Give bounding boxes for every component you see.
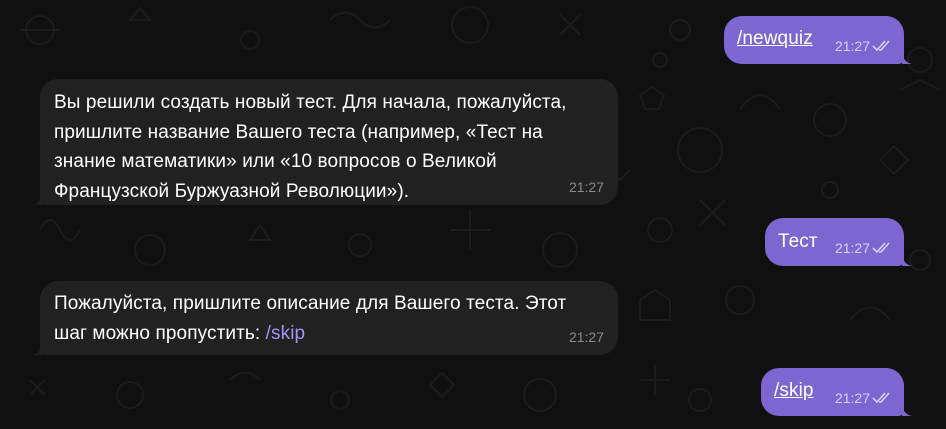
message-line: пришлите название Вашего теста (например…	[54, 121, 543, 143]
double-check-icon	[872, 392, 890, 404]
message-time: 21:27	[834, 390, 870, 406]
message-line: Французской Буржуазной Революции»).	[54, 180, 410, 202]
message-time: 21:27	[568, 179, 604, 195]
message-outgoing-test[interactable]: Тест 21:27	[765, 218, 912, 266]
bubble-tail	[902, 252, 912, 266]
bubble-tail	[902, 402, 912, 416]
command-link-skip-sent[interactable]: /skip	[774, 380, 814, 401]
message-text: Тест	[778, 231, 818, 252]
message-time: 21:27	[834, 240, 870, 256]
command-link-skip[interactable]: /skip	[266, 323, 306, 344]
message-meta: 21:27	[569, 179, 604, 195]
bubble-tail	[32, 341, 42, 355]
message-outgoing-newquiz[interactable]: /newquiz 21:27	[724, 16, 912, 64]
message-time: 21:27	[568, 329, 604, 345]
message-text: Вы решили создать новый тест. Для начала…	[54, 88, 618, 206]
message-outgoing-skip[interactable]: /skip 21:27	[761, 368, 912, 416]
message-meta: 21:27	[835, 390, 894, 406]
message-line: Пожалуйста, пришлите описание для Вашего…	[54, 293, 567, 314]
message-incoming-quiz-intro[interactable]: Вы решили создать новый тест. Для начала…	[32, 79, 618, 206]
message-meta: 21:27	[835, 38, 894, 54]
message-line: Вы решили создать новый тест. Для начала…	[54, 92, 567, 113]
message-line: шаг можно пропустить: /skip	[54, 319, 618, 349]
command-link-newquiz[interactable]: /newquiz	[737, 28, 813, 49]
message-meta: 21:27	[569, 329, 604, 345]
message-time: 21:27	[834, 38, 870, 54]
bubble-tail	[902, 50, 912, 64]
bubble-tail	[32, 191, 42, 205]
message-incoming-description-prompt[interactable]: Пожалуйста, пришлите описание для Вашего…	[32, 281, 618, 355]
double-check-icon	[872, 242, 890, 254]
double-check-icon	[872, 40, 890, 52]
message-line: знание математики» или «10 вопросов о Ве…	[54, 151, 497, 172]
message-meta: 21:27	[835, 240, 894, 256]
message-text: Пожалуйста, пришлите описание для Вашего…	[54, 289, 618, 348]
message-line-prefix: шаг можно пропустить:	[54, 322, 266, 344]
chat-background-pattern	[20, 6, 941, 412]
